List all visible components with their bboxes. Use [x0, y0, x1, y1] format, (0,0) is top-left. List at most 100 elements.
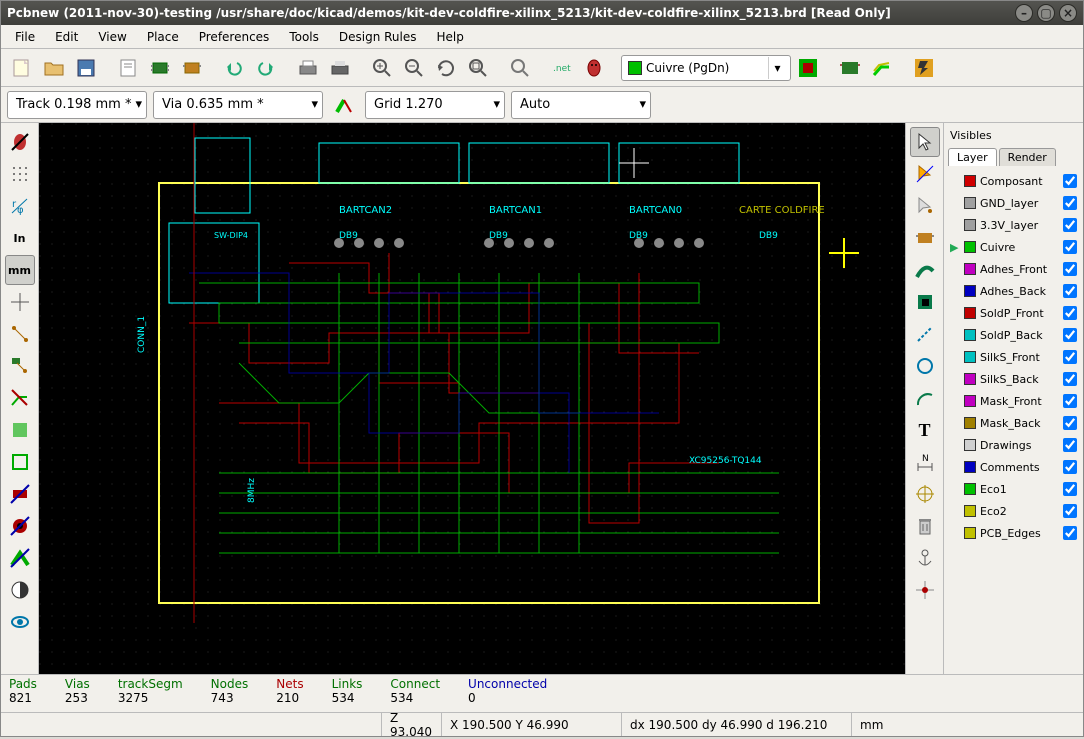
highlight-net-icon[interactable]: [910, 159, 940, 189]
netlist-icon[interactable]: .net: [547, 53, 577, 83]
ratsnest-icon[interactable]: [5, 319, 35, 349]
layer-visible-checkbox[interactable]: [1063, 174, 1077, 188]
cursor-shape-icon[interactable]: [5, 287, 35, 317]
zoom-selector[interactable]: Auto ▾: [511, 91, 651, 119]
page-settings-icon[interactable]: [113, 53, 143, 83]
track-fill-icon[interactable]: [5, 543, 35, 573]
layer-row-silks_back[interactable]: ▶SilkS_Back: [948, 368, 1079, 390]
layer-row-soldp_front[interactable]: ▶SoldP_Front: [948, 302, 1079, 324]
menu-file[interactable]: File: [7, 28, 43, 46]
maximize-button[interactable]: ▢: [1037, 4, 1055, 22]
add-line-icon[interactable]: [910, 319, 940, 349]
layer-visible-checkbox[interactable]: [1063, 306, 1077, 320]
module-editor-icon[interactable]: [145, 53, 175, 83]
layer-visible-checkbox[interactable]: [1063, 416, 1077, 430]
layer-color-swatch[interactable]: [964, 439, 976, 451]
layer-row-drawings[interactable]: ▶Drawings: [948, 434, 1079, 456]
layer-row-eco2[interactable]: ▶Eco2: [948, 500, 1079, 522]
layer-pair-icon[interactable]: [793, 53, 823, 83]
units-mm-icon[interactable]: mm: [5, 255, 35, 285]
layer-row-composant[interactable]: ▶Composant: [948, 170, 1079, 192]
menu-help[interactable]: Help: [429, 28, 472, 46]
save-icon[interactable]: [71, 53, 101, 83]
zoom-out-icon[interactable]: [399, 53, 429, 83]
module-viewer-icon[interactable]: [177, 53, 207, 83]
grid-selector[interactable]: Grid 1.270 ▾: [365, 91, 505, 119]
layer-visible-checkbox[interactable]: [1063, 526, 1077, 540]
layer-row-cuivre[interactable]: ▶Cuivre: [948, 236, 1079, 258]
polar-coord-icon[interactable]: rφ: [5, 191, 35, 221]
menu-design-rules[interactable]: Design Rules: [331, 28, 425, 46]
layer-color-swatch[interactable]: [964, 197, 976, 209]
minimize-button[interactable]: –: [1015, 4, 1033, 22]
find-icon[interactable]: [505, 53, 535, 83]
layer-color-swatch[interactable]: [964, 175, 976, 187]
local-ratsnest-icon[interactable]: [910, 191, 940, 221]
layer-visible-checkbox[interactable]: [1063, 460, 1077, 474]
menu-edit[interactable]: Edit: [47, 28, 86, 46]
redo-icon[interactable]: [251, 53, 281, 83]
layer-visible-checkbox[interactable]: [1063, 504, 1077, 518]
layer-visible-checkbox[interactable]: [1063, 196, 1077, 210]
layer-row-mask_front[interactable]: ▶Mask_Front: [948, 390, 1079, 412]
layer-visible-checkbox[interactable]: [1063, 372, 1077, 386]
layer-color-swatch[interactable]: [964, 417, 976, 429]
layer-row-silks_front[interactable]: ▶SilkS_Front: [948, 346, 1079, 368]
layer-color-swatch[interactable]: [964, 263, 976, 275]
cursor-icon[interactable]: [910, 127, 940, 157]
add-zone-icon[interactable]: [910, 287, 940, 317]
layer-row-3.3v_layer[interactable]: ▶3.3V_layer: [948, 214, 1079, 236]
layer-color-swatch[interactable]: [964, 241, 976, 253]
zoom-in-icon[interactable]: [367, 53, 397, 83]
layer-color-swatch[interactable]: [964, 219, 976, 231]
tab-render[interactable]: Render: [999, 148, 1056, 166]
module-ratsnest-icon[interactable]: [5, 351, 35, 381]
pcb-canvas[interactable]: BARTCAN2 BARTCAN1 BARTCAN0 DB9 DB9 DB9 D…: [39, 123, 905, 674]
menu-preferences[interactable]: Preferences: [191, 28, 278, 46]
layer-color-swatch[interactable]: [964, 351, 976, 363]
layer-row-mask_back[interactable]: ▶Mask_Back: [948, 412, 1079, 434]
add-text-icon[interactable]: T: [910, 415, 940, 445]
layer-visible-checkbox[interactable]: [1063, 218, 1077, 232]
menu-view[interactable]: View: [90, 28, 134, 46]
plot-icon[interactable]: [325, 53, 355, 83]
layer-visible-checkbox[interactable]: [1063, 350, 1077, 364]
add-module-icon[interactable]: [910, 223, 940, 253]
new-board-icon[interactable]: [7, 53, 37, 83]
show-zones-outline-icon[interactable]: [5, 447, 35, 477]
auto-track-width-icon[interactable]: [329, 90, 359, 120]
add-arc-icon[interactable]: [910, 383, 940, 413]
layer-row-gnd_layer[interactable]: ▶GND_layer: [948, 192, 1079, 214]
grid-origin-icon[interactable]: [910, 575, 940, 605]
place-anchor-icon[interactable]: [910, 543, 940, 573]
layer-visible-checkbox[interactable]: [1063, 328, 1077, 342]
layer-row-adhes_back[interactable]: ▶Adhes_Back: [948, 280, 1079, 302]
units-inch-icon[interactable]: In: [5, 223, 35, 253]
layer-visible-checkbox[interactable]: [1063, 284, 1077, 298]
layer-row-adhes_front[interactable]: ▶Adhes_Front: [948, 258, 1079, 280]
pad-fill-icon[interactable]: [5, 479, 35, 509]
layer-color-swatch[interactable]: [964, 483, 976, 495]
menu-tools[interactable]: Tools: [281, 28, 327, 46]
zoom-fit-icon[interactable]: [463, 53, 493, 83]
open-icon[interactable]: [39, 53, 69, 83]
delete-icon[interactable]: [910, 511, 940, 541]
layer-color-swatch[interactable]: [964, 395, 976, 407]
grid-icon[interactable]: [5, 159, 35, 189]
layer-visible-checkbox[interactable]: [1063, 262, 1077, 276]
add-circle-icon[interactable]: [910, 351, 940, 381]
mode-track-icon[interactable]: [867, 53, 897, 83]
tab-layer[interactable]: Layer: [948, 148, 997, 166]
mode-footprint-icon[interactable]: [835, 53, 865, 83]
zoom-redraw-icon[interactable]: [431, 53, 461, 83]
layer-color-swatch[interactable]: [964, 505, 976, 517]
add-track-icon[interactable]: [910, 255, 940, 285]
layer-color-swatch[interactable]: [964, 285, 976, 297]
undo-icon[interactable]: [219, 53, 249, 83]
layer-visible-checkbox[interactable]: [1063, 240, 1077, 254]
layer-row-eco1[interactable]: ▶Eco1: [948, 478, 1079, 500]
layer-visible-checkbox[interactable]: [1063, 482, 1077, 496]
drc-off-icon[interactable]: [5, 127, 35, 157]
via-size-selector[interactable]: Via 0.635 mm * ▾: [153, 91, 323, 119]
layer-visible-checkbox[interactable]: [1063, 394, 1077, 408]
